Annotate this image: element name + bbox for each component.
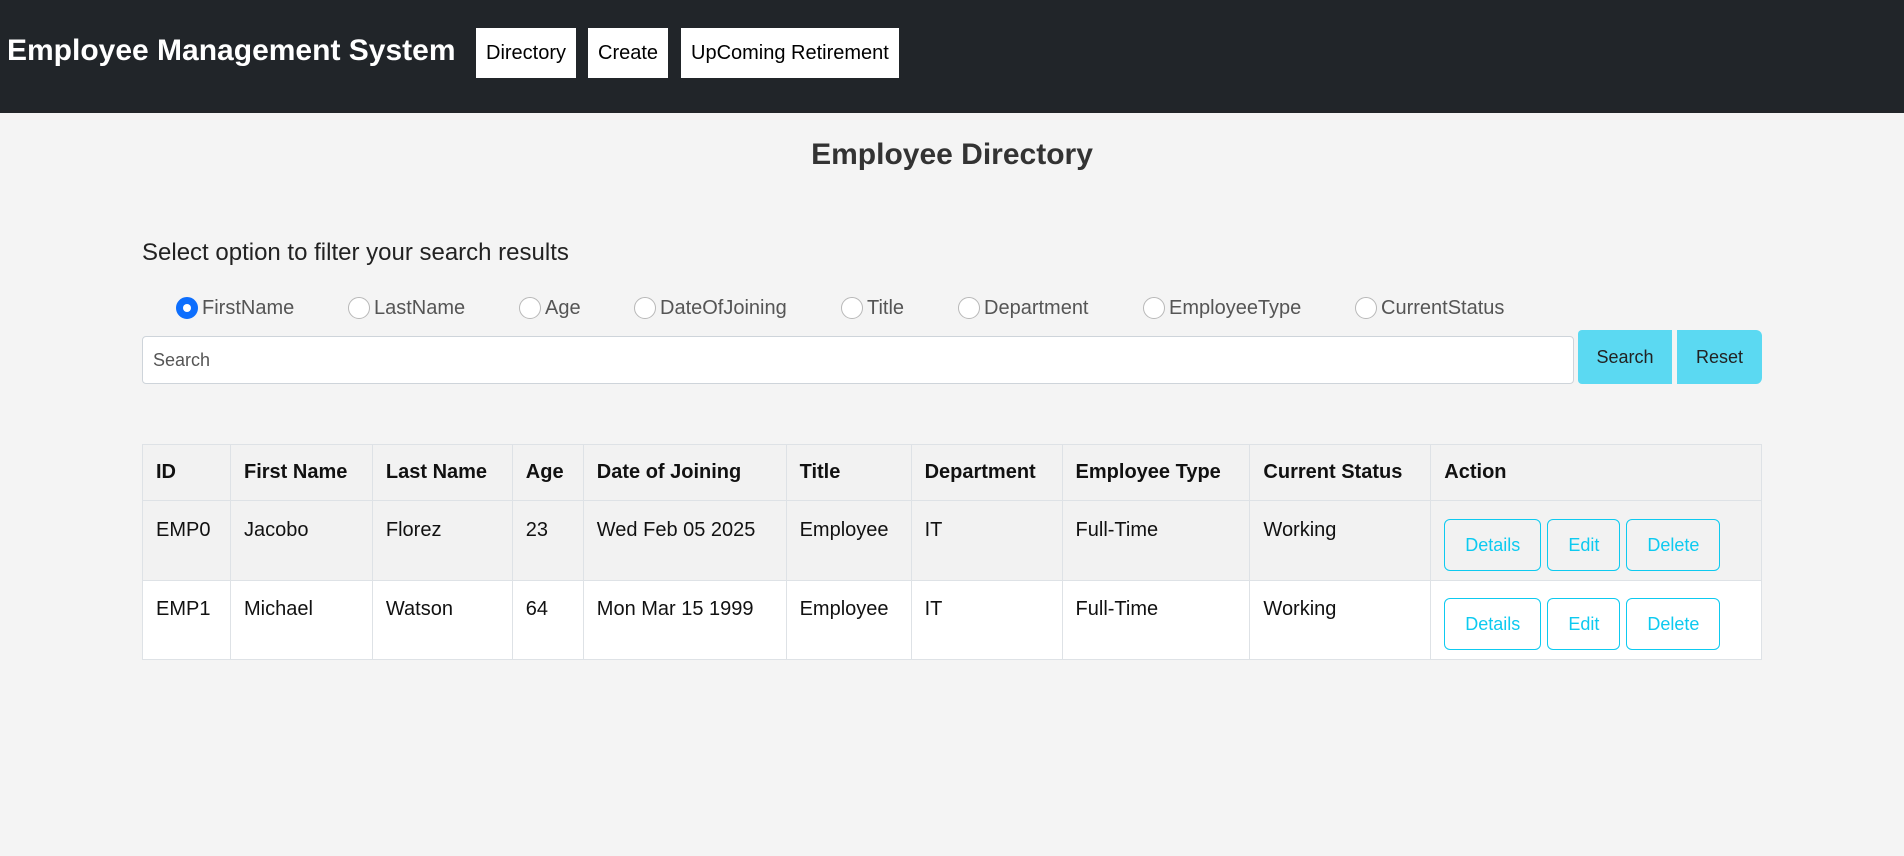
radio-label: DateOfJoining: [660, 296, 787, 319]
cell-first-name: Michael: [229, 580, 373, 660]
table-header-row: ID First Name Last Name Age Date of Join…: [142, 444, 1762, 501]
top-navbar: Employee Management System Directory Cre…: [0, 0, 1904, 113]
cell-employee-type: Full-Time: [1061, 580, 1251, 660]
radio-label: Department: [984, 296, 1089, 319]
radio-dateofjoining[interactable]: DateOfJoining: [634, 293, 787, 323]
delete-button[interactable]: Delete: [1626, 519, 1721, 571]
radio-firstname[interactable]: FirstName: [176, 293, 294, 323]
radio-title[interactable]: Title: [841, 293, 904, 323]
cell-id: EMP1: [142, 580, 231, 660]
cell-age: 23: [511, 500, 584, 581]
radio-employeetype[interactable]: EmployeeType: [1143, 293, 1301, 323]
cell-current-status: Working: [1249, 500, 1432, 581]
cell-department: IT: [910, 580, 1063, 660]
radio-button[interactable]: [1355, 297, 1377, 319]
filter-instructions: Select option to filter your search resu…: [142, 239, 569, 266]
radio-label: Age: [545, 296, 581, 319]
cell-title: Employee: [785, 580, 912, 660]
cell-current-status: Working: [1249, 580, 1432, 660]
cell-actions: Details Edit Delete: [1430, 580, 1762, 660]
employee-table: ID First Name Last Name Age Date of Join…: [142, 444, 1762, 660]
edit-button[interactable]: Edit: [1547, 519, 1621, 571]
radio-label: EmployeeType: [1169, 296, 1302, 319]
search-input[interactable]: [142, 336, 1574, 384]
radio-label: FirstName: [202, 296, 295, 319]
radio-label: CurrentStatus: [1381, 296, 1505, 319]
search-button[interactable]: Search: [1578, 330, 1672, 384]
app-brand: Employee Management System: [7, 34, 456, 67]
filter-radio-group: FirstName LastName Age DateOfJoining Tit…: [0, 293, 1904, 323]
edit-button[interactable]: Edit: [1547, 598, 1621, 650]
column-header-date-of-joining: Date of Joining: [582, 444, 787, 501]
details-button[interactable]: Details: [1444, 519, 1542, 571]
table-row: EMP1 Michael Watson 64 Mon Mar 15 1999 E…: [142, 580, 1762, 660]
table-row: EMP0 Jacobo Florez 23 Wed Feb 05 2025 Em…: [142, 500, 1762, 581]
page-title: Employee Directory: [811, 138, 1093, 171]
column-header-last-name: Last Name: [371, 444, 513, 501]
column-header-title: Title: [785, 444, 912, 501]
column-header-action: Action: [1430, 444, 1762, 501]
radio-age[interactable]: Age: [519, 293, 581, 323]
delete-button[interactable]: Delete: [1626, 598, 1721, 650]
cell-last-name: Florez: [371, 500, 513, 581]
cell-title: Employee: [785, 500, 912, 581]
radio-button[interactable]: [519, 297, 541, 319]
radio-department[interactable]: Department: [958, 293, 1089, 323]
cell-actions: Details Edit Delete: [1430, 500, 1762, 581]
radio-button[interactable]: [176, 297, 198, 319]
column-header-employee-type: Employee Type: [1061, 444, 1251, 501]
column-header-current-status: Current Status: [1249, 444, 1432, 501]
radio-button[interactable]: [841, 297, 863, 319]
radio-lastname[interactable]: LastName: [348, 293, 465, 323]
cell-first-name: Jacobo: [229, 500, 373, 581]
radio-label: Title: [867, 296, 905, 319]
radio-button[interactable]: [348, 297, 370, 319]
column-header-department: Department: [910, 444, 1063, 501]
column-header-id: ID: [142, 444, 231, 501]
cell-age: 64: [511, 580, 584, 660]
radio-button[interactable]: [1143, 297, 1165, 319]
radio-label: LastName: [374, 296, 466, 319]
radio-button[interactable]: [634, 297, 656, 319]
radio-button[interactable]: [958, 297, 980, 319]
nav-create-button[interactable]: Create: [588, 28, 669, 78]
cell-date-of-joining: Mon Mar 15 1999: [582, 580, 787, 660]
cell-employee-type: Full-Time: [1061, 500, 1251, 581]
radio-currentstatus[interactable]: CurrentStatus: [1355, 293, 1504, 323]
column-header-age: Age: [511, 444, 584, 501]
cell-date-of-joining: Wed Feb 05 2025: [582, 500, 787, 581]
reset-button[interactable]: Reset: [1677, 330, 1762, 384]
cell-id: EMP0: [142, 500, 231, 581]
column-header-first-name: First Name: [229, 444, 373, 501]
nav-upcoming-retirement-button[interactable]: UpComing Retirement: [681, 28, 899, 78]
cell-last-name: Watson: [371, 580, 513, 660]
details-button[interactable]: Details: [1444, 598, 1542, 650]
nav-directory-button[interactable]: Directory: [476, 28, 577, 78]
cell-department: IT: [910, 500, 1063, 581]
